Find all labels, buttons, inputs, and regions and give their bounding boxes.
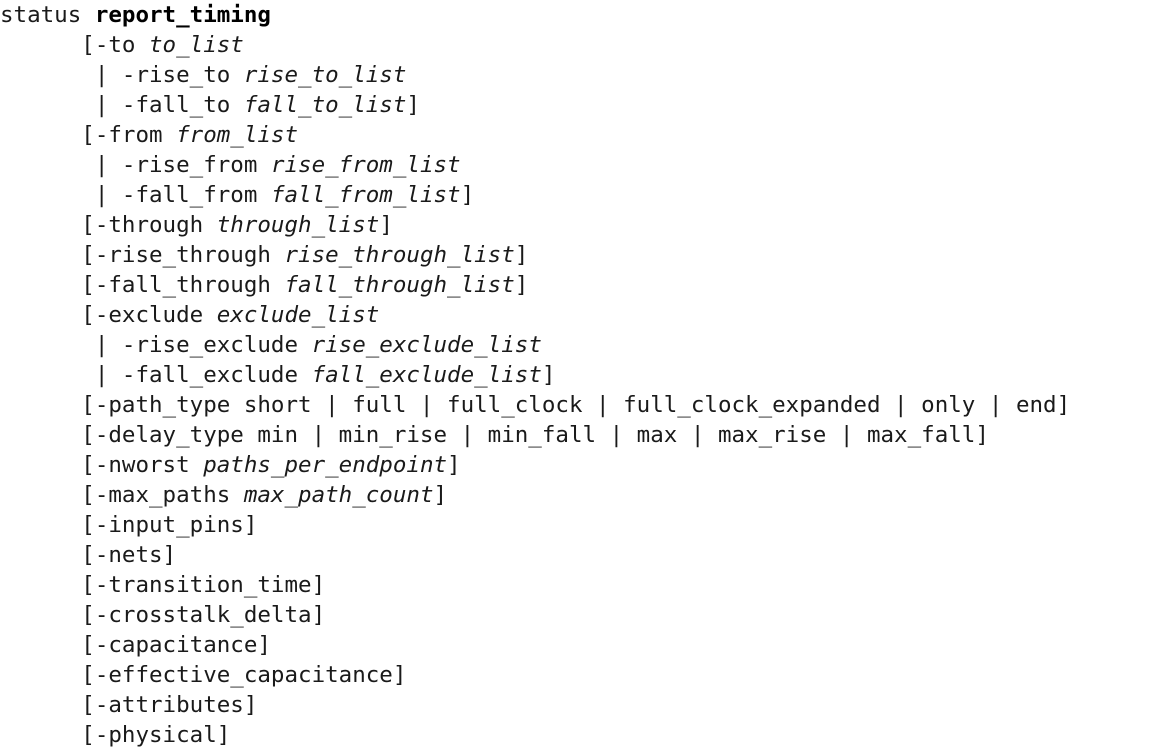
argument-placeholder: max_path_count <box>243 482 434 508</box>
syntax-literal: ] <box>406 92 420 118</box>
syntax-literal: [-crosstalk_delta] <box>81 602 326 628</box>
syntax-option-line: [-from from_list <box>0 120 1164 150</box>
syntax-option-line: | -fall_from fall_from_list] <box>0 180 1164 210</box>
syntax-literal: status <box>0 2 95 28</box>
syntax-option-line: | -rise_exclude rise_exclude_list <box>0 330 1164 360</box>
argument-placeholder: from_list <box>176 122 299 148</box>
syntax-literal: ] <box>460 182 475 208</box>
syntax-option-line: | -rise_from rise_from_list <box>0 150 1164 180</box>
syntax-option-line: [-to to_list <box>0 30 1164 60</box>
argument-placeholder: fall_to_list <box>243 92 407 118</box>
argument-placeholder: exclude_list <box>216 302 380 328</box>
syntax-option-line: [-attributes] <box>0 690 1164 720</box>
command-name: report_timing <box>94 2 271 28</box>
syntax-option-line: [-physical] <box>0 720 1164 750</box>
syntax-option-line: [-path_type short | full | full_clock | … <box>0 390 1164 420</box>
syntax-literal: ] <box>433 482 448 508</box>
argument-placeholder: through_list <box>216 212 380 238</box>
syntax-option-line: [-exclude exclude_list <box>0 300 1164 330</box>
syntax-option-line: [-nworst paths_per_endpoint] <box>0 450 1164 480</box>
syntax-literal: [-path_type short | full | full_clock | … <box>81 392 1071 418</box>
command-syntax-block: status report_timing [-to to_list | -ris… <box>0 0 1164 750</box>
syntax-literal: | -rise_to <box>94 62 244 88</box>
syntax-literal: | -fall_from <box>94 182 271 208</box>
syntax-literal: [-from <box>81 122 177 148</box>
syntax-literal: [-input_pins] <box>81 512 258 538</box>
syntax-literal: [-through <box>81 212 217 238</box>
syntax-option-line: [-fall_through fall_through_list] <box>0 270 1164 300</box>
syntax-literal: [-effective_capacitance] <box>81 662 407 688</box>
syntax-literal: | -rise_from <box>94 152 271 178</box>
argument-placeholder: paths_per_endpoint <box>203 452 448 478</box>
syntax-literal: | -fall_exclude <box>94 362 312 388</box>
syntax-literal: [-max_paths <box>81 482 244 508</box>
syntax-option-line: [-max_paths max_path_count] <box>0 480 1164 510</box>
argument-placeholder: fall_through_list <box>284 272 515 298</box>
argument-placeholder: to_list <box>149 32 244 58</box>
syntax-literal: [-nets] <box>81 542 177 568</box>
syntax-option-line: | -fall_exclude fall_exclude_list] <box>0 360 1164 390</box>
syntax-option-line: | -rise_to rise_to_list <box>0 60 1164 90</box>
argument-placeholder: rise_to_list <box>243 62 407 88</box>
syntax-option-line: [-transition_time] <box>0 570 1164 600</box>
syntax-literal: [-physical] <box>81 722 231 748</box>
syntax-literal: [-exclude <box>81 302 217 328</box>
argument-placeholder: fall_exclude_list <box>311 362 542 388</box>
syntax-option-line: | -fall_to fall_to_list] <box>0 90 1164 120</box>
syntax-literal: [-attributes] <box>81 692 258 718</box>
syntax-option-line: [-delay_type min | min_rise | min_fall |… <box>0 420 1164 450</box>
syntax-literal: [-to <box>81 32 150 58</box>
syntax-option-line: [-rise_through rise_through_list] <box>0 240 1164 270</box>
syntax-option-line: [-nets] <box>0 540 1164 570</box>
syntax-literal: ] <box>379 212 393 238</box>
syntax-literal: [-capacitance] <box>81 632 271 658</box>
syntax-option-line: [-input_pins] <box>0 510 1164 540</box>
syntax-option-line: [-crosstalk_delta] <box>0 600 1164 630</box>
syntax-literal: ] <box>514 242 529 268</box>
argument-placeholder: rise_exclude_list <box>311 332 542 358</box>
syntax-option-line: [-through through_list] <box>0 210 1164 240</box>
syntax-literal: ] <box>541 362 556 388</box>
command-header-line: status report_timing <box>0 0 1164 30</box>
syntax-literal: | -rise_exclude <box>94 332 312 358</box>
syntax-option-line: [-capacitance] <box>0 630 1164 660</box>
argument-placeholder: rise_through_list <box>284 242 515 268</box>
syntax-literal: [-rise_through <box>81 242 285 268</box>
syntax-literal: [-transition_time] <box>81 572 326 598</box>
syntax-literal: ] <box>447 452 461 478</box>
syntax-literal: ] <box>514 272 529 298</box>
syntax-literal: [-nworst <box>81 452 204 478</box>
argument-placeholder: rise_from_list <box>270 152 461 178</box>
syntax-literal: | -fall_to <box>94 92 244 118</box>
argument-placeholder: fall_from_list <box>270 182 461 208</box>
syntax-option-line: [-effective_capacitance] <box>0 660 1164 690</box>
syntax-literal: [-fall_through <box>81 272 285 298</box>
syntax-literal: [-delay_type min | min_rise | min_fall |… <box>81 422 989 448</box>
